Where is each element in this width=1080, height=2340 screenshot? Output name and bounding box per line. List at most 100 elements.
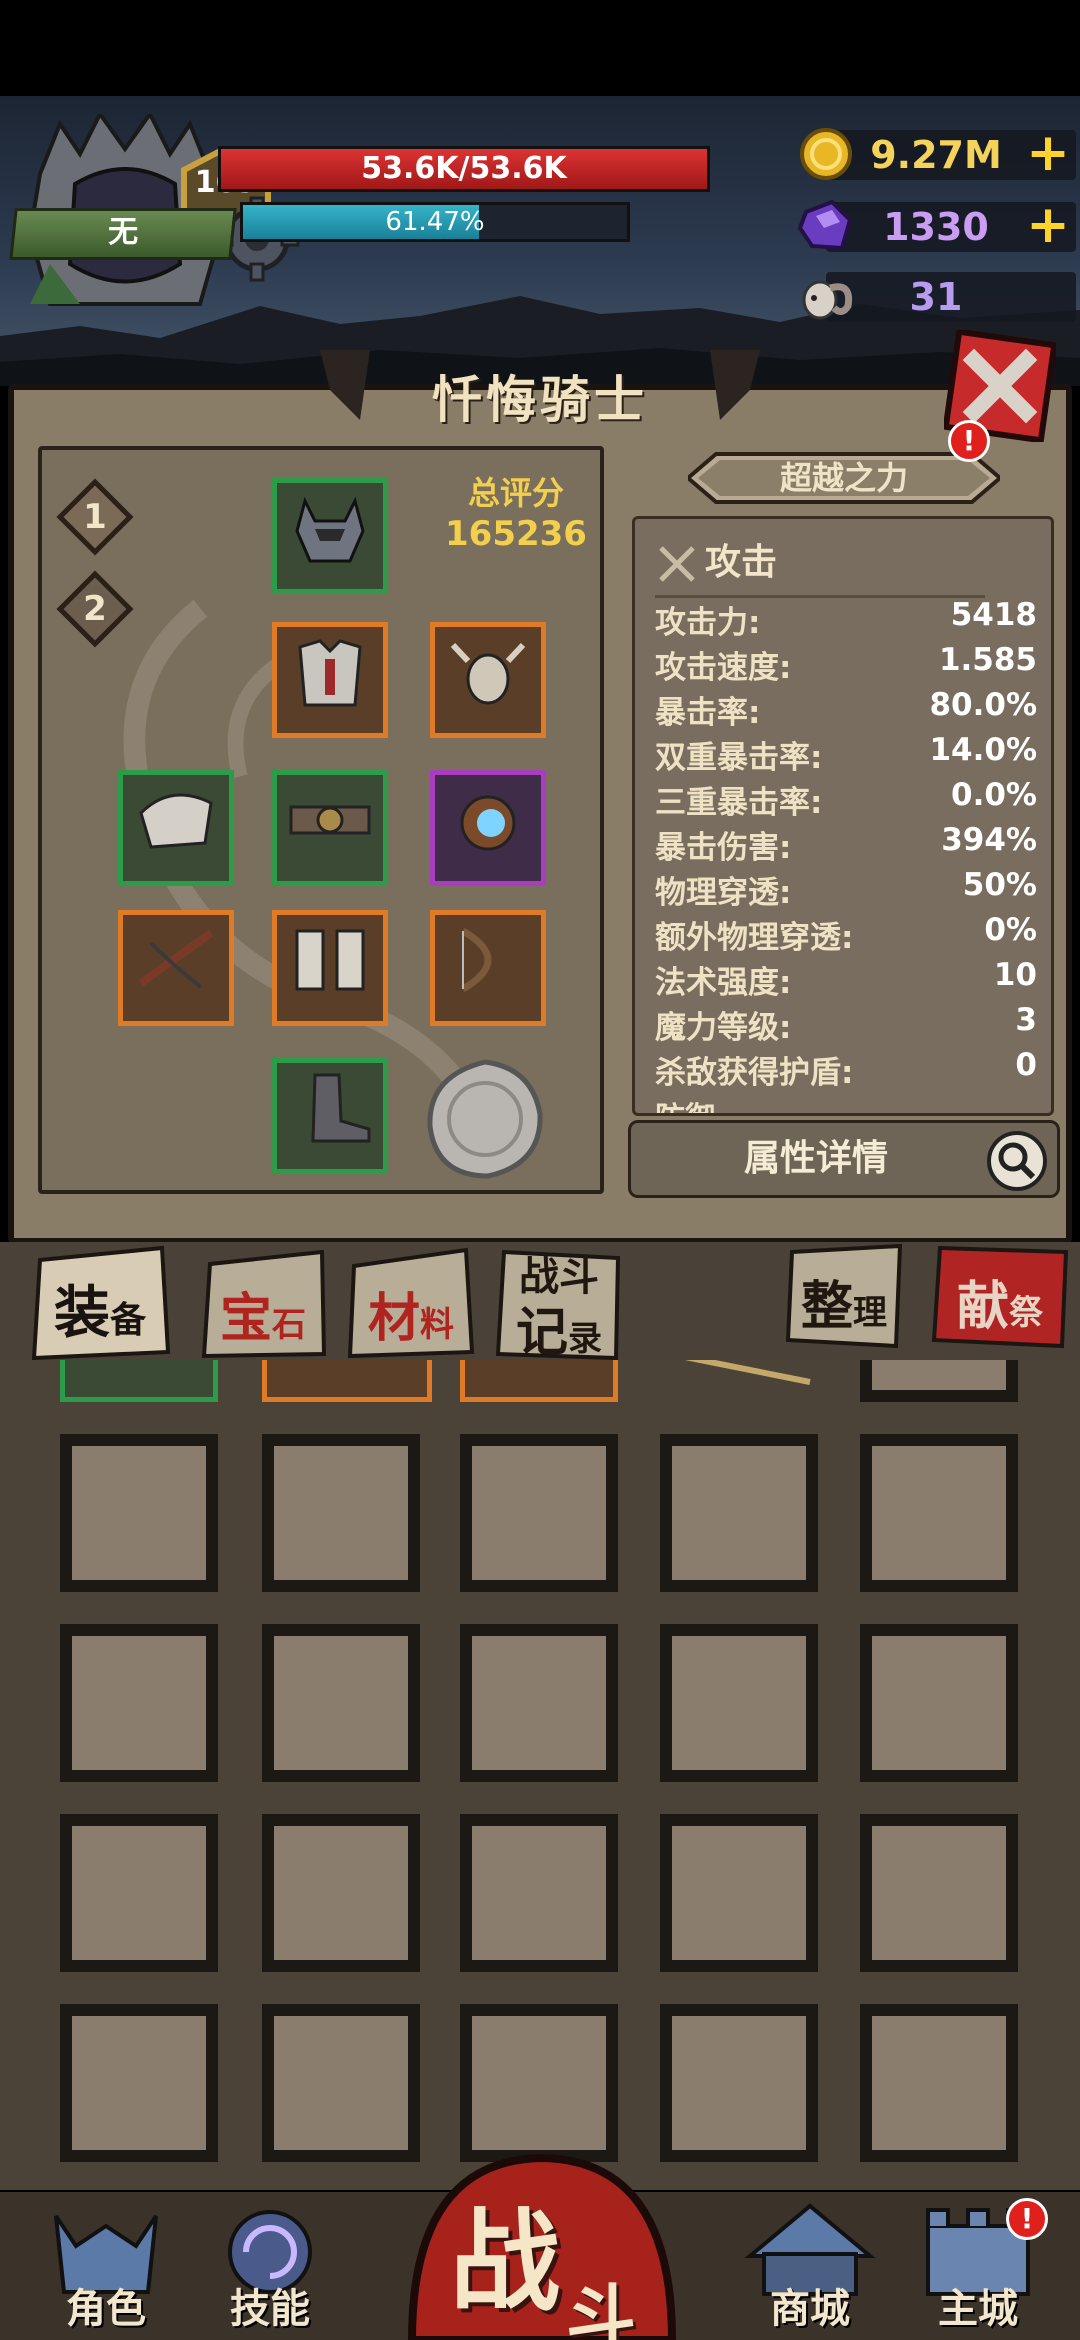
antler-skull-icon (450, 642, 526, 705)
inventory-slot[interactable] (60, 1624, 218, 1782)
equipment-set-1-button[interactable]: 1 (56, 478, 134, 556)
xp-bar: 61.47% (240, 202, 630, 242)
shoulder-slot[interactable] (118, 770, 234, 886)
gauntlets-slot[interactable] (272, 910, 388, 1026)
inventory-slot[interactable] (860, 1434, 1018, 1592)
sacrifice-button-small: 祭 (1009, 1293, 1043, 1333)
stat-value: 5418 (950, 597, 1037, 633)
belt-slot[interactable] (272, 770, 388, 886)
spear-icon (684, 1360, 811, 1385)
nav-skills[interactable]: 技能 (200, 2196, 340, 2340)
inventory-slot[interactable] (262, 1814, 420, 1972)
stat-label: 杀敌获得护盾: (655, 1055, 854, 1091)
stat-row: 法术强度: 10 (655, 957, 1037, 1002)
stat-label: 三重暴击率: (655, 785, 823, 821)
gold-coin-icon (800, 128, 852, 180)
bow-icon (461, 927, 492, 993)
belt-icon (289, 805, 371, 835)
inventory-slot[interactable] (262, 2004, 420, 2162)
helmet-icon (295, 496, 365, 563)
stat-value: 0 (1015, 1047, 1037, 1083)
stat-label: 物理穿透: (655, 875, 792, 911)
stat-row: 三重暴击率: 0.0% (655, 777, 1037, 822)
sort-button[interactable]: 整理 (784, 1242, 904, 1362)
attribute-details-button[interactable]: 属性详情 (628, 1120, 1060, 1198)
inventory-slot[interactable] (60, 2004, 218, 2162)
stat-value: 1.585 (938, 642, 1037, 678)
inventory-slot[interactable] (60, 1434, 218, 1592)
inventory-slot[interactable] (460, 2004, 618, 2162)
inventory-slot[interactable] (660, 1434, 818, 1592)
attack-section-title: 攻击 (705, 542, 778, 583)
add-crystal-button[interactable]: + (1026, 199, 1070, 251)
nav-character[interactable]: 角色 (36, 2196, 176, 2340)
inventory-slot[interactable] (460, 1624, 618, 1782)
inventory-slot[interactable] (660, 1814, 818, 1972)
stats-panel[interactable]: 攻击 攻击力: 5418 攻击速度: 1.585 暴击率: 80.0% 双重暴击率: 14.0… (632, 516, 1054, 1116)
ram-skull-resource: 31 (796, 268, 1076, 324)
tab-equipment[interactable]: 装备 (30, 1242, 170, 1362)
hp-text: 53.6K/53.6K (361, 151, 567, 186)
stat-label: 暴击伤害: (655, 830, 792, 866)
add-gold-button[interactable]: + (1026, 127, 1070, 179)
armor-slot[interactable] (272, 622, 388, 738)
inventory-item-partial[interactable] (650, 1360, 820, 1402)
inventory-item-partial[interactable] (60, 1360, 218, 1402)
pauldron-icon (139, 793, 213, 849)
inventory-item-partial[interactable] (460, 1360, 618, 1402)
stat-label: 法术强度: (655, 965, 792, 1001)
stat-value: 394% (941, 822, 1037, 858)
boots-slot[interactable] (272, 1058, 388, 1174)
inventory-slot[interactable] (660, 1624, 818, 1782)
inventory-slot-partial[interactable] (860, 1360, 1018, 1402)
necklace-slot[interactable] (430, 622, 546, 738)
crossed-swords-icon (659, 546, 695, 582)
equipment-set-2-button[interactable]: 2 (56, 570, 134, 648)
tab-materials-big: 材 (367, 1289, 420, 1349)
crystal-value: 1330 (883, 205, 989, 249)
stat-row: 暴击率: 80.0% (655, 687, 1037, 732)
crystal-resource: 1330 + (796, 198, 1076, 254)
amulet-slot[interactable] (430, 770, 546, 886)
sacrifice-button-big: 献 (956, 1277, 1009, 1337)
sacrifice-button[interactable]: 献祭 (930, 1242, 1070, 1362)
tab-battle-log-small: 录 (568, 1319, 602, 1359)
crossbow-icon (138, 929, 214, 989)
inventory-slot[interactable] (262, 1624, 420, 1782)
stat-label: 额外物理穿透: (655, 920, 854, 956)
stat-row: 物理穿透: 50% (655, 867, 1037, 912)
inventory-slot[interactable] (262, 1434, 420, 1592)
tab-gems-small: 石 (272, 1305, 306, 1345)
total-score-value: 165236 (445, 514, 587, 554)
ram-skull-icon (802, 280, 853, 320)
stat-row: 攻击速度: 1.585 (655, 642, 1037, 687)
boots-icon (311, 1073, 371, 1143)
inventory-slot[interactable] (860, 1814, 1018, 1972)
tab-battle-log[interactable]: 战斗 记录 (494, 1242, 624, 1363)
inventory-slot[interactable] (60, 1814, 218, 1972)
nav-shop[interactable]: 商城 (740, 2196, 880, 2340)
stat-value: 14.0% (929, 732, 1037, 768)
inventory-slot[interactable] (460, 1814, 618, 1972)
helmet-slot[interactable] (272, 478, 388, 594)
tab-gems[interactable]: 宝石 (198, 1242, 328, 1362)
gold-value: 9.27M (870, 133, 1002, 177)
inventory-slot[interactable] (660, 2004, 818, 2162)
stat-label: 魔力等级: (655, 1010, 792, 1046)
inventory-slot[interactable] (460, 1434, 618, 1592)
stat-row: 双重暴击率: 14.0% (655, 732, 1037, 777)
nav-skills-label: 技能 (230, 2286, 310, 2332)
inventory-slot[interactable] (860, 2004, 1018, 2162)
inventory-slot[interactable] (860, 1624, 1018, 1782)
inventory-item-partial[interactable] (262, 1360, 432, 1402)
weapon-slot[interactable] (118, 910, 234, 1026)
stat-value: 80.0% (929, 687, 1037, 723)
stat-row: 杀敌获得护盾: 0 (655, 1047, 1037, 1092)
tab-materials[interactable]: 材料 (346, 1242, 476, 1362)
player-title-banner[interactable]: 无 (9, 208, 237, 260)
stat-label: 暴击率: (655, 695, 761, 731)
ring-slot[interactable] (430, 910, 546, 1026)
main-city-alert-badge: ! (1006, 2198, 1048, 2240)
stat-value: 0% (984, 912, 1037, 948)
empty-seal-slot[interactable] (422, 1056, 548, 1182)
